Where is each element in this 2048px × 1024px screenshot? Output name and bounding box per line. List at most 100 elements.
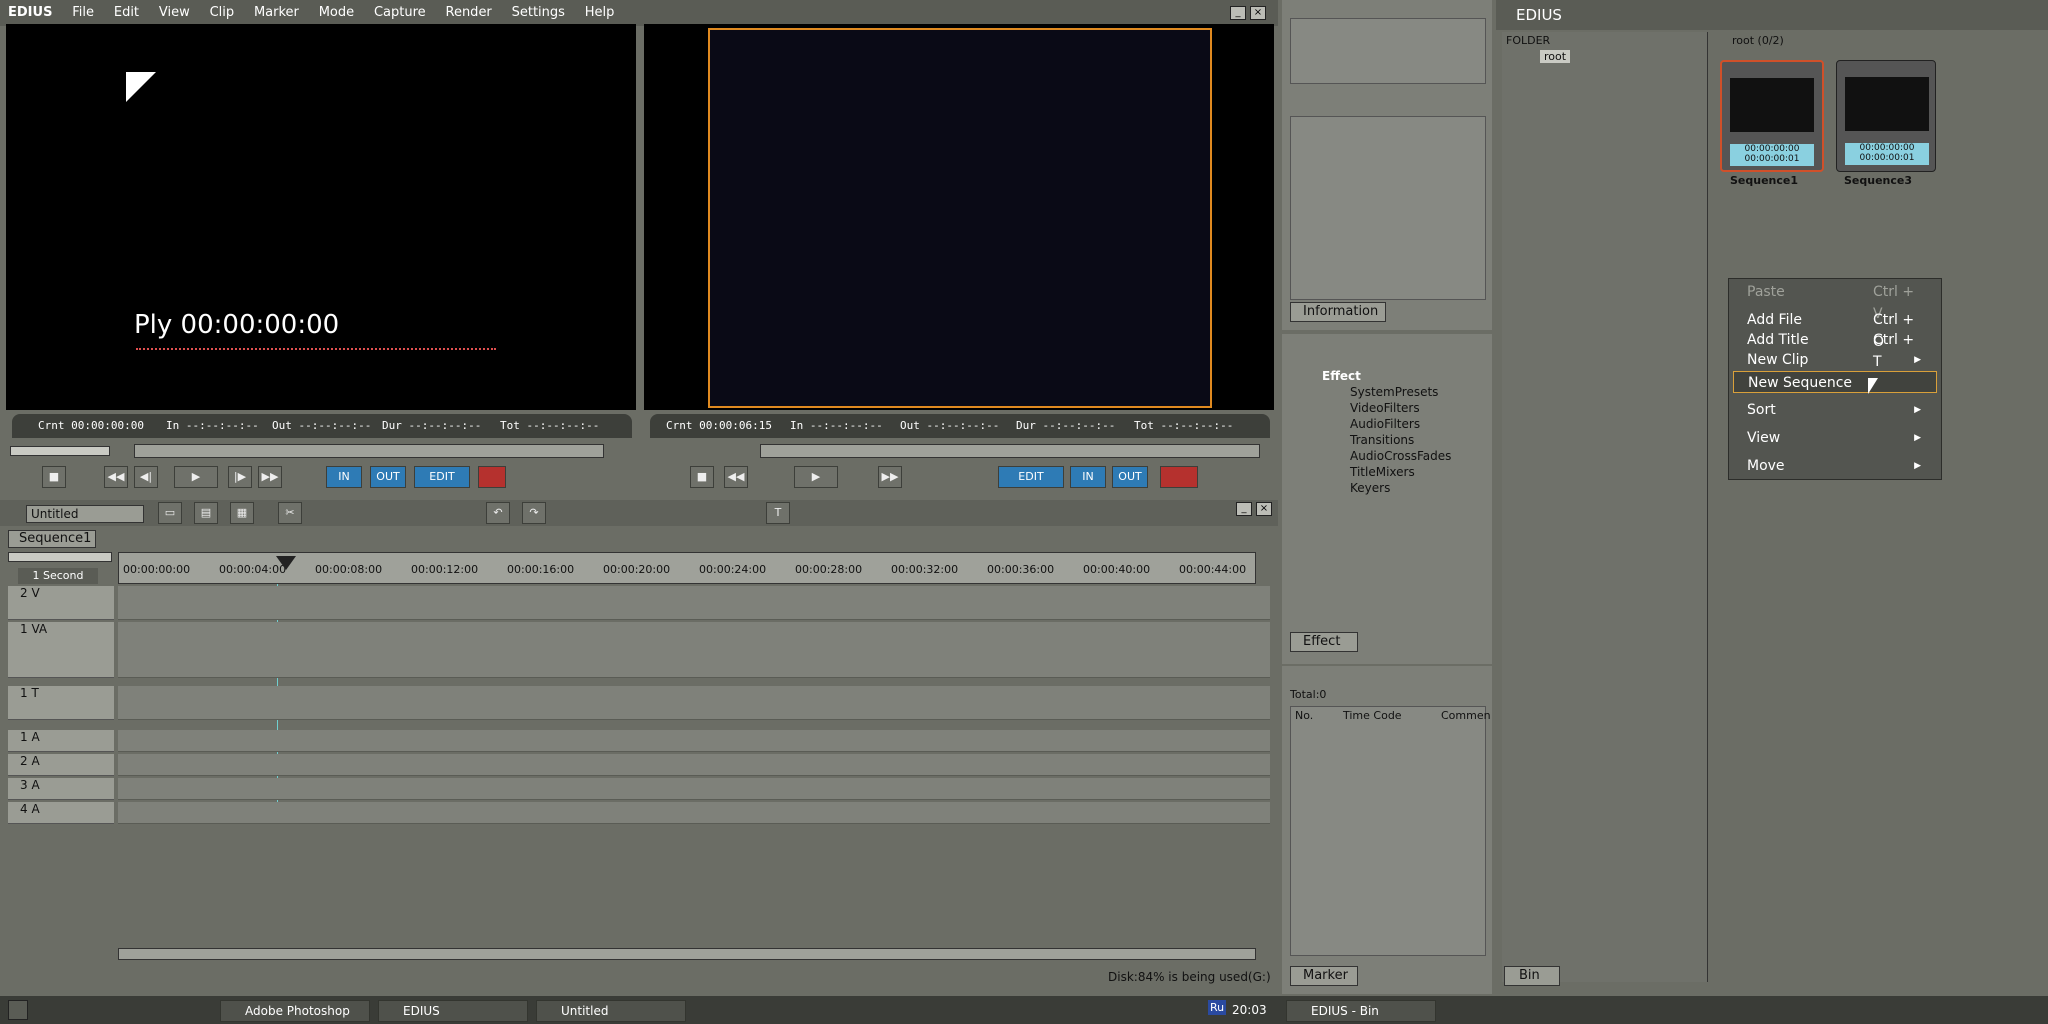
effect-title-mixers[interactable]: TitleMixers: [1292, 464, 1482, 480]
effect-video-filters[interactable]: VideoFilters: [1292, 400, 1482, 416]
menu-label: Sort: [1747, 402, 1776, 418]
player-edit-button[interactable]: EDIT: [414, 466, 470, 488]
cut-icon[interactable]: ✂: [278, 502, 302, 524]
step-forward-button[interactable]: |▶: [228, 466, 252, 488]
effect-root[interactable]: Effect: [1292, 368, 1482, 384]
effect-system-presets[interactable]: SystemPresets: [1292, 384, 1482, 400]
menu-render[interactable]: Render: [438, 0, 500, 26]
ruler-tick: 00:00:00:00: [123, 563, 191, 576]
task-photoshop[interactable]: Adobe Photoshop: [220, 1000, 370, 1022]
menu-mode[interactable]: Mode: [311, 0, 362, 26]
clip-sequence1[interactable]: 00:00:00:00 00:00:00:01: [1720, 60, 1824, 172]
recorder-stop-button[interactable]: ■: [690, 466, 714, 488]
player-jog[interactable]: [10, 446, 110, 456]
recorder-edit-button[interactable]: EDIT: [998, 466, 1064, 488]
title-icon[interactable]: T: [766, 502, 790, 524]
menu-clip[interactable]: Clip: [202, 0, 243, 26]
clip-sequence3[interactable]: 00:00:00:00 00:00:00:01: [1836, 60, 1936, 172]
recorder-in-button[interactable]: IN: [1070, 466, 1106, 488]
effect-transitions[interactable]: Transitions: [1292, 432, 1482, 448]
menu-view[interactable]: View: [151, 0, 198, 26]
track-2v[interactable]: [118, 586, 1270, 620]
timeline-close-button[interactable]: ×: [1256, 502, 1272, 516]
bin-tab[interactable]: Bin: [1504, 966, 1560, 986]
player-scrubber[interactable]: [134, 444, 604, 458]
menu-item-move[interactable]: Move ▶: [1747, 455, 1927, 477]
recorder-ff-button[interactable]: ▶▶: [878, 466, 902, 488]
menu-item-view[interactable]: View ▶: [1747, 427, 1927, 449]
menu-marker[interactable]: Marker: [246, 0, 307, 26]
minimize-button[interactable]: _: [1230, 6, 1246, 20]
sequence-tab[interactable]: Sequence1: [8, 530, 96, 548]
menu-item-new-clip[interactable]: New Clip ▶: [1747, 349, 1927, 371]
menu-help[interactable]: Help: [577, 0, 623, 26]
track-3a[interactable]: [118, 778, 1270, 800]
player-out-button[interactable]: OUT: [370, 466, 406, 488]
timeline-minimize-button[interactable]: _: [1236, 502, 1252, 516]
player-dur: Dur --:--:--:--: [382, 419, 482, 432]
open-icon[interactable]: ▤: [194, 502, 218, 524]
information-tab[interactable]: Information: [1290, 302, 1386, 322]
fast-forward-button[interactable]: ▶▶: [258, 466, 282, 488]
marker-list[interactable]: No. Time Code Commen: [1290, 706, 1491, 956]
ruler-tick: 00:00:36:00: [987, 563, 1055, 576]
track-1va[interactable]: [118, 622, 1270, 678]
ruler-tick: 00:00:44:00: [1179, 563, 1247, 576]
close-button[interactable]: ×: [1250, 6, 1266, 20]
marker-tab[interactable]: Marker: [1290, 966, 1358, 986]
effect-audio-filters[interactable]: AudioFilters: [1292, 416, 1482, 432]
track-2a[interactable]: [118, 754, 1270, 776]
track-header-1a[interactable]: 1 A: [8, 730, 114, 752]
folder-root[interactable]: root: [1540, 50, 1571, 63]
rewind-button[interactable]: ◀◀: [104, 466, 128, 488]
track-header-1t[interactable]: 1 T: [8, 686, 114, 720]
recorder-play-button[interactable]: ▶: [794, 466, 838, 488]
track-header-2a[interactable]: 2 A: [8, 754, 114, 776]
step-back-button[interactable]: ◀|: [134, 466, 158, 488]
menu-settings[interactable]: Settings: [504, 0, 573, 26]
track-header-3a[interactable]: 3 A: [8, 778, 114, 800]
menu-edit[interactable]: Edit: [106, 0, 147, 26]
menu-file[interactable]: File: [64, 0, 102, 26]
task-untitled[interactable]: Untitled: [536, 1000, 686, 1022]
submenu-arrow-icon: ▶: [1914, 355, 1921, 365]
recorder-mark-button[interactable]: [1160, 466, 1198, 488]
effect-keyers[interactable]: Keyers: [1292, 480, 1482, 496]
menu-item-add-title[interactable]: Add Title Ctrl + T: [1747, 329, 1927, 370]
recorder-rewind-button[interactable]: ◀◀: [724, 466, 748, 488]
track-header-1va[interactable]: 1 VA: [8, 622, 114, 678]
menu-item-paste[interactable]: Paste Ctrl + V: [1747, 281, 1927, 322]
effect-tab[interactable]: Effect: [1290, 632, 1358, 652]
menu-item-add-file[interactable]: Add File Ctrl + O: [1747, 309, 1927, 350]
timeline-hscroll[interactable]: [118, 948, 1256, 960]
play-button[interactable]: ▶: [174, 466, 218, 488]
stop-button[interactable]: ■: [42, 466, 66, 488]
undo-icon[interactable]: ↶: [486, 502, 510, 524]
lang-indicator[interactable]: Ru: [1208, 1000, 1227, 1015]
task-edius[interactable]: EDIUS: [378, 1000, 528, 1022]
player-mark-button[interactable]: [478, 466, 506, 488]
task-edius-bin[interactable]: EDIUS - Bin: [1286, 1000, 1436, 1022]
playhead[interactable]: [276, 556, 296, 570]
player-in-button[interactable]: IN: [326, 466, 362, 488]
track-header-2v[interactable]: 2 V: [8, 586, 114, 620]
menu-capture[interactable]: Capture: [366, 0, 434, 26]
save-icon[interactable]: ▦: [230, 502, 254, 524]
project-name-field[interactable]: Untitled: [26, 505, 144, 523]
scale-select[interactable]: 1 Second: [18, 568, 98, 584]
track-4a[interactable]: [118, 802, 1270, 824]
new-sequence-icon[interactable]: ▭: [158, 502, 182, 524]
redo-icon[interactable]: ↷: [522, 502, 546, 524]
menu-item-new-sequence[interactable]: New Sequence: [1733, 371, 1937, 393]
zoom-slider[interactable]: [8, 552, 112, 562]
track-header-4a[interactable]: 4 A: [8, 802, 114, 824]
menu-item-sort[interactable]: Sort ▶: [1747, 399, 1927, 421]
recorder-scrubber[interactable]: [760, 444, 1260, 458]
effect-audio-crossfades[interactable]: AudioCrossFades: [1292, 448, 1482, 464]
clip-tc-out: 00:00:00:01: [1744, 154, 1800, 164]
start-button[interactable]: [8, 1000, 28, 1020]
recorder-out-button[interactable]: OUT: [1112, 466, 1148, 488]
track-1a[interactable]: [118, 730, 1270, 752]
clip-label: Sequence1: [1730, 174, 1799, 187]
track-1t[interactable]: [118, 686, 1270, 720]
